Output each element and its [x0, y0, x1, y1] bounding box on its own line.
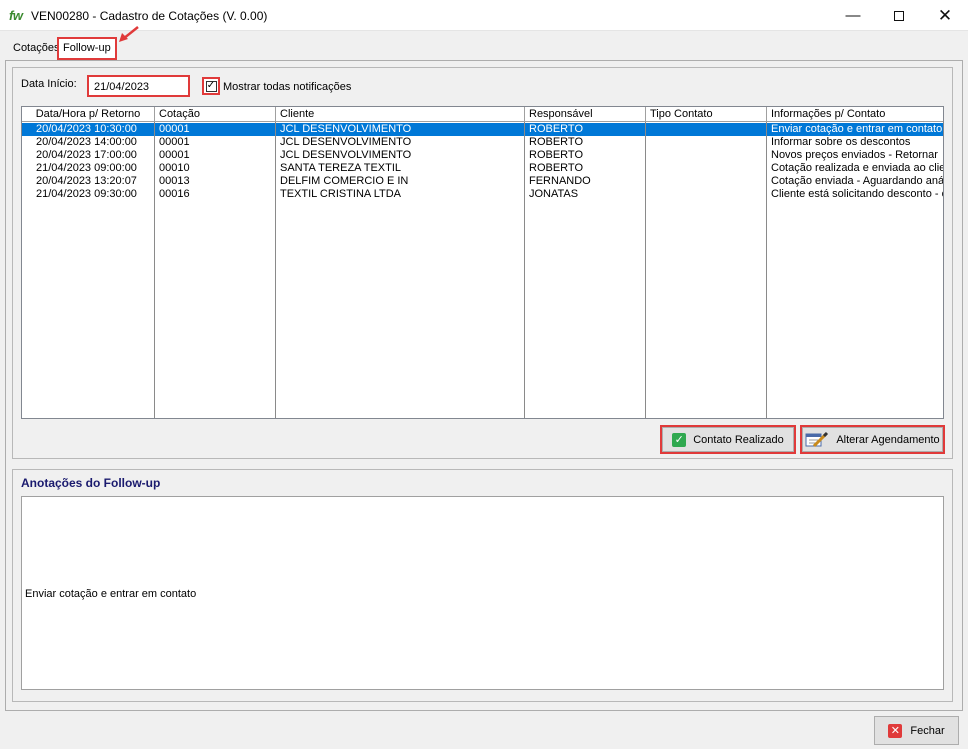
table-cell: JONATAS: [529, 188, 579, 200]
app-logo: fw: [9, 8, 23, 23]
table-cell: [650, 175, 765, 188]
table-cell: Cotação enviada - Aguardando análi: [771, 175, 943, 187]
table-row[interactable]: 21/04/2023 09:00:00 00010 SANTA TEREZA TEX…: [22, 162, 943, 175]
table-cell: Informar sobre os descontos: [771, 136, 911, 148]
window-title: VEN00280 - Cadastro de Cotações (V. 0.00…: [31, 9, 268, 23]
table-cell: 21/04/2023 09:00:00: [36, 162, 137, 174]
tab-cotacoes[interactable]: Cotações: [9, 40, 63, 58]
table-cell: [650, 162, 765, 175]
close-icon: ✕: [937, 5, 953, 25]
column-header-cliente[interactable]: Cliente: [276, 107, 525, 122]
column-divider: [154, 122, 155, 418]
calendar-edit-icon: [805, 431, 829, 447]
table-cell: JCL DESENVOLVIMENTO: [280, 149, 412, 161]
table-cell: JCL DESENVOLVIMENTO: [280, 123, 412, 135]
anotacoes-textarea[interactable]: Enviar cotação e entrar em contato: [21, 496, 944, 690]
fechar-label: Fechar: [910, 724, 945, 737]
column-divider: [524, 122, 525, 418]
column-header-responsavel[interactable]: Responsável: [525, 107, 646, 122]
table-cell: Enviar cotação e entrar em contato: [771, 123, 943, 135]
table-cell: 00013: [159, 175, 190, 187]
data-inicio-field[interactable]: 21/04/2023: [87, 75, 190, 97]
table-cell: 20/04/2023 17:00:00: [36, 149, 137, 161]
table-cell: ROBERTO: [529, 162, 583, 174]
table-cell: [650, 188, 765, 201]
alterar-agendamento-button[interactable]: Alterar Agendamento: [800, 425, 945, 454]
anotacoes-title: Anotações do Follow-up: [21, 476, 161, 490]
table-cell: Cotação realizada e enviada ao clier: [771, 162, 943, 174]
column-divider: [275, 122, 276, 418]
anotacoes-text: Enviar cotação e entrar em contato: [25, 588, 197, 600]
table-cell: 20/04/2023 14:00:00: [36, 136, 137, 148]
fechar-button[interactable]: ✕ Fechar: [874, 716, 959, 745]
close-icon: ✕: [888, 723, 903, 738]
data-inicio-label: Data Início:: [21, 78, 77, 90]
table-cell: JCL DESENVOLVIMENTO: [280, 136, 412, 148]
table-cell: 20/04/2023 13:20:07: [36, 175, 137, 187]
check-icon: ✓: [672, 432, 687, 447]
column-header-informacoes[interactable]: Informações p/ Contato: [767, 107, 943, 122]
table-cell: FERNANDO: [529, 175, 591, 187]
mostrar-todas-checkbox[interactable]: ✓: [202, 77, 220, 95]
follow-up-grid[interactable]: Data/Hora p/ Retorno Cotação Cliente Res…: [21, 106, 944, 419]
contato-realizado-button[interactable]: ✓ Contato Realizado: [660, 425, 796, 454]
table-cell: [650, 123, 765, 136]
column-header-data-hora[interactable]: Data/Hora p/ Retorno: [22, 107, 155, 122]
table-row[interactable]: 20/04/2023 10:30:00 00001 JCL DESENVOLVIME…: [22, 123, 943, 136]
minimize-button[interactable]: —: [830, 0, 876, 31]
checkmark-icon: ✓: [205, 80, 217, 92]
maximize-button[interactable]: [876, 0, 922, 31]
table-row[interactable]: 20/04/2023 17:00:00 00001 JCL DESENVOLVIME…: [22, 149, 943, 162]
table-cell: Cliente está solicitando desconto - er: [771, 188, 943, 200]
annotation-arrow-icon: [119, 26, 139, 42]
column-divider: [645, 122, 646, 418]
table-cell: 00016: [159, 188, 190, 200]
column-divider: [766, 122, 767, 418]
table-cell: 00001: [159, 136, 190, 148]
table-cell: ROBERTO: [529, 123, 583, 135]
table-cell: 00001: [159, 149, 190, 161]
column-header-tipo-contato[interactable]: Tipo Contato: [646, 107, 767, 122]
table-cell: [650, 136, 765, 149]
table-cell: 00010: [159, 162, 190, 174]
table-cell: TEXTIL CRISTINA LTDA: [280, 188, 402, 200]
table-row[interactable]: 20/04/2023 13:20:07 00013 DELFIM COMERCIO …: [22, 175, 943, 188]
column-header-cotacao[interactable]: Cotação: [155, 107, 276, 122]
table-cell: ROBERTO: [529, 136, 583, 148]
table-cell: [650, 149, 765, 162]
table-cell: 20/04/2023 10:30:00: [36, 123, 137, 135]
mostrar-todas-label[interactable]: Mostrar todas notificações: [223, 81, 351, 93]
table-cell: DELFIM COMERCIO E IN: [280, 175, 409, 187]
table-cell: 00001: [159, 123, 190, 135]
close-window-button[interactable]: ✕: [922, 0, 968, 31]
tab-follow-up[interactable]: Follow-up: [57, 37, 117, 60]
minimize-icon: —: [845, 7, 861, 24]
contato-realizado-label: Contato Realizado: [693, 433, 784, 446]
table-cell: SANTA TEREZA TEXTIL: [280, 162, 402, 174]
table-cell: 21/04/2023 09:30:00: [36, 188, 137, 200]
table-row[interactable]: 20/04/2023 14:00:00 00001 JCL DESENVOLVIME…: [22, 136, 943, 149]
table-row[interactable]: 21/04/2023 09:30:00 00016 TEXTIL CRISTINA …: [22, 188, 943, 201]
table-cell: Novos preços enviados - Retornar: [771, 149, 938, 161]
table-cell: ROBERTO: [529, 149, 583, 161]
alterar-agendamento-label: Alterar Agendamento: [836, 433, 940, 446]
maximize-icon: [894, 10, 904, 21]
